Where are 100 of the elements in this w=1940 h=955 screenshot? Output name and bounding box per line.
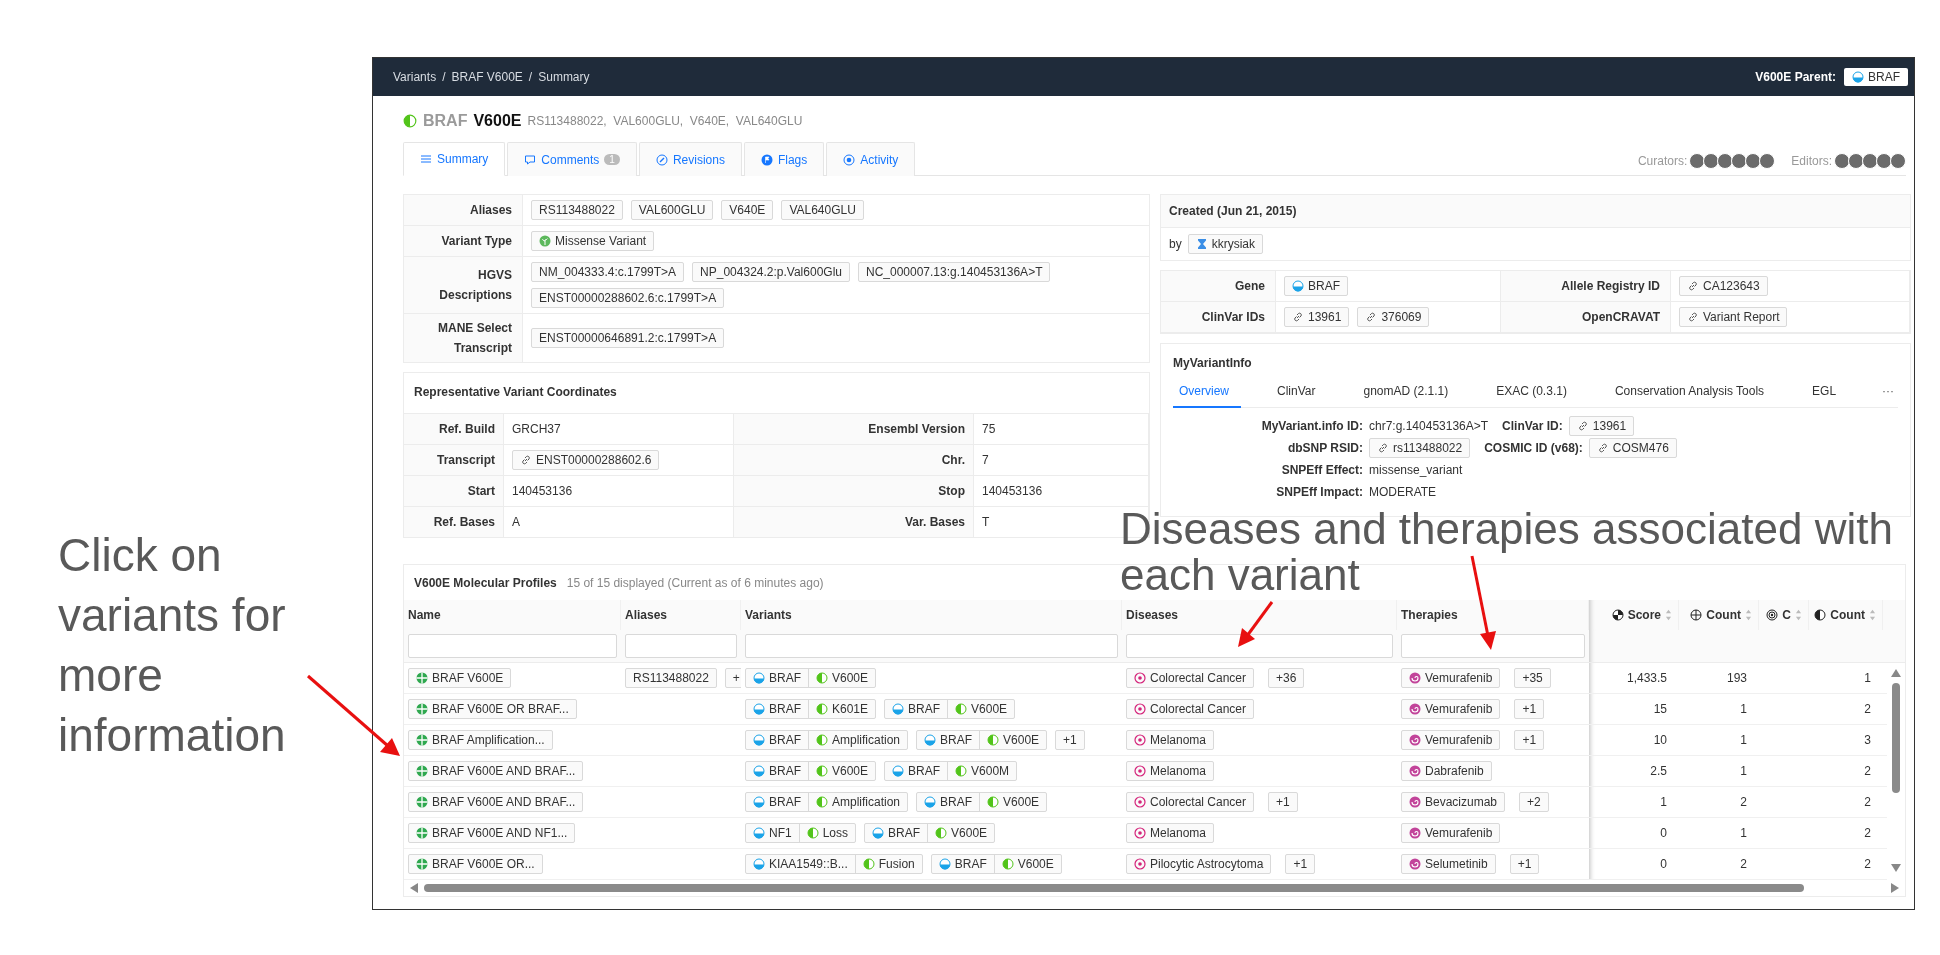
variant-link[interactable]: K601E bbox=[808, 700, 876, 718]
disease-link[interactable]: Pilocytic Astrocytoma bbox=[1126, 854, 1272, 874]
more-tag[interactable]: +1 bbox=[1509, 854, 1540, 874]
filter-field[interactable] bbox=[1401, 634, 1585, 658]
tab[interactable]: gnomAD (2.1.1) bbox=[1357, 380, 1461, 408]
tab[interactable]: Flags bbox=[743, 142, 825, 176]
breadcrumb-link[interactable]: Variants bbox=[393, 70, 437, 84]
variant-link[interactable]: V600E bbox=[947, 700, 1015, 718]
scroll-up-icon[interactable] bbox=[1891, 669, 1901, 677]
more-tag[interactable]: +36 bbox=[1268, 668, 1305, 688]
variant-link[interactable]: V600M bbox=[947, 762, 1017, 780]
profile-link[interactable]: BRAF V600E AND NF1... bbox=[408, 823, 576, 843]
gene-link[interactable]: BRAF bbox=[865, 824, 928, 842]
more-tag[interactable]: +1 bbox=[1514, 699, 1545, 719]
more-tag[interactable]: + bbox=[724, 668, 741, 688]
variant-link[interactable]: V600E bbox=[979, 731, 1047, 749]
more-tag[interactable]: +1 bbox=[1268, 792, 1298, 812]
scroll-thumb[interactable] bbox=[1892, 683, 1900, 793]
gene-link[interactable]: BRAF bbox=[746, 700, 808, 718]
profile-link[interactable]: BRAF V600E OR... bbox=[408, 854, 543, 874]
profile-link[interactable]: BRAF Amplification... bbox=[408, 730, 553, 750]
gene-link[interactable]: BRAF bbox=[746, 669, 808, 687]
sort-icon[interactable] bbox=[1745, 609, 1752, 621]
filter-field[interactable] bbox=[625, 634, 737, 658]
therapy-link[interactable]: Bevacizumab bbox=[1401, 792, 1506, 812]
more-tag[interactable]: +2 bbox=[1519, 792, 1549, 812]
tab[interactable]: EXAC (0.3.1) bbox=[1490, 380, 1579, 408]
avatar[interactable] bbox=[1703, 153, 1720, 169]
gene-link[interactable]: BRAF bbox=[885, 762, 948, 780]
disease-link[interactable]: Melanoma bbox=[1126, 761, 1215, 781]
sort-icon[interactable] bbox=[1869, 609, 1876, 621]
gene-link[interactable]: BRAF bbox=[746, 793, 808, 811]
therapy-link[interactable]: Vemurafenib bbox=[1401, 699, 1501, 719]
variant-type-tag[interactable]: Missense Variant bbox=[531, 231, 655, 251]
scroll-left-icon[interactable] bbox=[410, 883, 418, 893]
tab[interactable]: Conservation Analysis Tools bbox=[1608, 380, 1777, 408]
filter-field[interactable] bbox=[1126, 634, 1393, 658]
avatar[interactable] bbox=[1689, 153, 1706, 169]
column-header[interactable]: Score bbox=[1627, 608, 1661, 622]
therapy-link[interactable]: Vemurafenib bbox=[1401, 730, 1501, 750]
variant-link[interactable]: V600E bbox=[993, 855, 1061, 873]
gene-link[interactable]: BRAF bbox=[746, 731, 808, 749]
avatar[interactable] bbox=[1745, 153, 1762, 169]
variant-link[interactable]: V600E bbox=[927, 824, 995, 842]
gene-link[interactable]: BRAF bbox=[885, 700, 948, 718]
gene-link[interactable]: KIAA1549::B... bbox=[746, 855, 855, 873]
external-link[interactable]: CA123643 bbox=[1679, 276, 1768, 296]
external-link[interactable]: 13961 bbox=[1284, 307, 1350, 327]
tab[interactable]: Summary bbox=[403, 142, 506, 176]
avatar[interactable] bbox=[1717, 153, 1734, 169]
tab[interactable]: Comments 1 bbox=[507, 142, 637, 176]
disease-link[interactable]: Colorectal Cancer bbox=[1126, 699, 1255, 719]
external-link[interactable]: rs113488022 bbox=[1369, 438, 1471, 458]
breadcrumb-link[interactable]: BRAF V600E bbox=[451, 70, 523, 84]
variant-link[interactable]: V600E bbox=[979, 793, 1047, 811]
variant-link[interactable]: Amplification bbox=[808, 793, 908, 811]
column-header[interactable]: Count bbox=[1830, 608, 1865, 622]
avatar[interactable] bbox=[1731, 153, 1748, 169]
tab[interactable]: Revisions bbox=[638, 142, 742, 176]
avatar[interactable] bbox=[1862, 153, 1878, 169]
gene-link[interactable]: NF1 bbox=[746, 824, 799, 842]
tab[interactable]: ClinVar bbox=[1271, 380, 1328, 408]
tab[interactable]: Overview bbox=[1173, 380, 1241, 408]
therapy-link[interactable]: Vemurafenib bbox=[1401, 668, 1501, 688]
variant-link[interactable]: Loss bbox=[798, 824, 856, 842]
scroll-right-icon[interactable] bbox=[1891, 883, 1899, 893]
variant-link[interactable]: Amplification bbox=[808, 731, 908, 749]
more-tabs-button[interactable]: ··· bbox=[1878, 383, 1899, 404]
variant-link[interactable]: Fusion bbox=[854, 855, 922, 873]
external-link[interactable]: 13961 bbox=[1568, 416, 1635, 436]
transcript-link[interactable]: ENST00000288602.6 bbox=[512, 450, 660, 470]
gene-link[interactable]: BRAF bbox=[1844, 68, 1908, 86]
disease-link[interactable]: Melanoma bbox=[1126, 823, 1215, 843]
scroll-thumb[interactable] bbox=[424, 884, 1804, 892]
avatar[interactable] bbox=[1876, 153, 1892, 169]
column-header[interactable]: Count bbox=[1706, 608, 1741, 622]
external-link[interactable]: Variant Report bbox=[1679, 307, 1788, 327]
avatar[interactable] bbox=[1834, 153, 1850, 169]
avatar[interactable] bbox=[1848, 153, 1864, 169]
profile-link[interactable]: BRAF V600E OR BRAF... bbox=[408, 699, 577, 719]
external-link[interactable]: COSM476 bbox=[1588, 438, 1677, 458]
disease-link[interactable]: Colorectal Cancer bbox=[1126, 792, 1255, 812]
more-tag[interactable]: +1 bbox=[1055, 730, 1085, 750]
profile-link[interactable]: BRAF V600E bbox=[408, 668, 512, 688]
scroll-down-icon[interactable] bbox=[1891, 864, 1901, 872]
column-header[interactable]: C bbox=[1782, 608, 1791, 622]
gene-link[interactable]: BRAF bbox=[917, 731, 980, 749]
gene-link[interactable]: BRAF bbox=[931, 855, 994, 873]
more-tag[interactable]: +1 bbox=[1514, 730, 1545, 750]
external-link[interactable]: 376069 bbox=[1357, 307, 1430, 327]
profile-link[interactable]: BRAF V600E AND BRAF... bbox=[408, 761, 584, 781]
tab[interactable]: Activity bbox=[826, 142, 916, 176]
breadcrumb-link[interactable]: Summary bbox=[538, 70, 590, 84]
sort-icon[interactable] bbox=[1795, 609, 1802, 621]
therapy-link[interactable]: Dabrafenib bbox=[1401, 761, 1492, 781]
avatar[interactable] bbox=[1890, 153, 1906, 169]
tab[interactable]: EGL bbox=[1806, 380, 1849, 408]
sort-icon[interactable] bbox=[1665, 609, 1672, 621]
user-link[interactable]: kkrysiak bbox=[1187, 234, 1264, 254]
profile-link[interactable]: BRAF V600E AND BRAF... bbox=[408, 792, 584, 812]
